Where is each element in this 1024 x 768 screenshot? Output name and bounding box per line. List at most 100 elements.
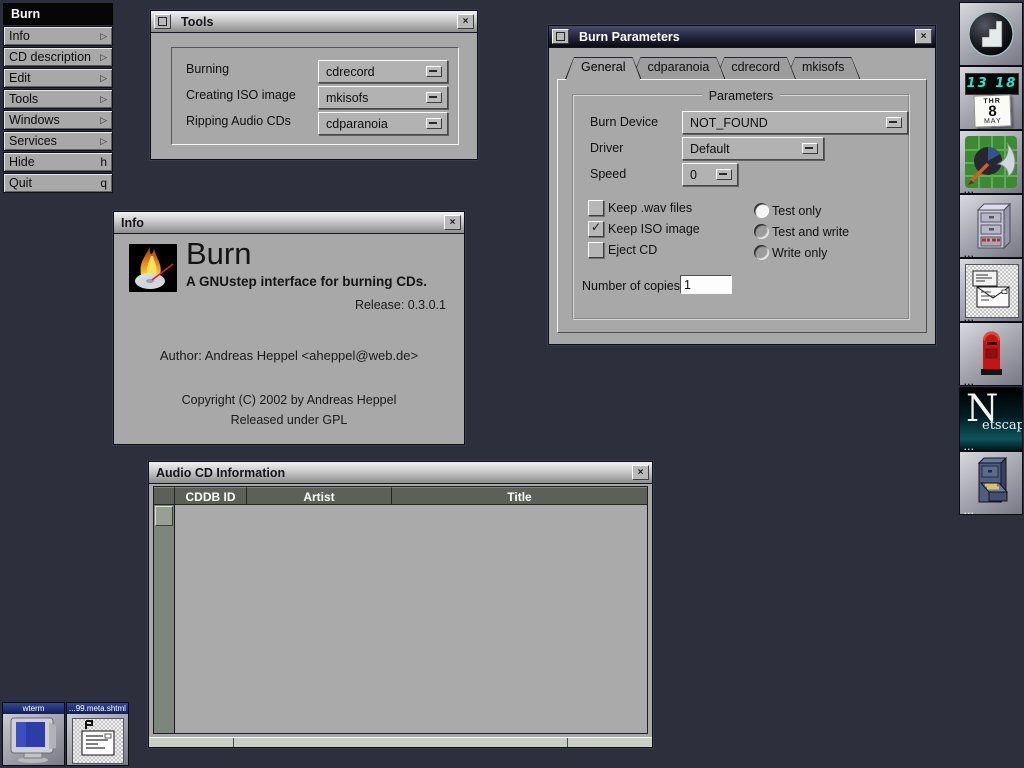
image-editor-icon xyxy=(963,134,1019,190)
close-button[interactable]: × xyxy=(632,465,649,480)
field-label: Speed xyxy=(590,167,626,181)
tab-strip: General cdparanoia cdrecord mkisofs xyxy=(565,57,860,79)
running-indicator: ... xyxy=(964,509,975,513)
window-title: Info xyxy=(114,216,441,230)
close-icon: × xyxy=(638,468,644,478)
tab-general[interactable]: General xyxy=(565,57,641,79)
dock-tile-file-cabinet-open[interactable]: ... xyxy=(959,451,1023,515)
dock-tile-mail-compose[interactable]: ... xyxy=(959,258,1023,322)
miniwindow-wterm[interactable]: wterm xyxy=(2,702,65,766)
app-name: Burn xyxy=(186,236,251,272)
keep-iso-checkbox[interactable]: Keep ISO image xyxy=(588,220,700,237)
burn-app-icon xyxy=(129,244,177,292)
license-label: Released under GPL xyxy=(114,413,464,427)
miniaturize-icon xyxy=(158,17,167,26)
dock-tile-clock[interactable]: 13 18 THR 8 MAY xyxy=(959,66,1023,130)
close-button[interactable]: × xyxy=(457,14,474,29)
scrollbar-knob[interactable] xyxy=(155,506,173,526)
miniaturize-button[interactable] xyxy=(154,14,171,29)
window-resizebar[interactable] xyxy=(149,737,652,747)
terminal-icon xyxy=(4,716,62,764)
tab-mkisofs[interactable]: mkisofs xyxy=(786,57,860,79)
resize-handle-right[interactable] xyxy=(568,738,652,747)
gnustep-logo-icon xyxy=(963,6,1019,62)
field-label: Driver xyxy=(590,141,623,155)
running-indicator: ... xyxy=(964,445,975,449)
write-only-radio[interactable]: Write only xyxy=(754,244,827,261)
submenu-arrow-icon: ▷ xyxy=(100,136,107,147)
author-label: Author: Andreas Heppel <aheppel@web.de> xyxy=(114,348,464,363)
menu-item-edit[interactable]: Edit ▷ xyxy=(3,68,113,88)
digital-clock-display: 13 18 xyxy=(965,73,1019,95)
burning-dropdown[interactable]: cdrecord xyxy=(318,60,448,83)
app-subtitle: A GNUstep interface for burning CDs. xyxy=(186,274,427,289)
resize-handle-left[interactable] xyxy=(149,738,234,747)
menu-item-services[interactable]: Services ▷ xyxy=(3,131,113,151)
audio-cd-titlebar[interactable]: Audio CD Information × xyxy=(149,462,652,484)
column-header-title[interactable]: Title xyxy=(392,487,647,505)
ripping-dropdown[interactable]: cdparanoia xyxy=(318,112,448,135)
popup-indicator-icon xyxy=(426,92,442,103)
close-icon: × xyxy=(921,32,927,42)
document-icon xyxy=(72,718,124,764)
field-label: Burn Device xyxy=(590,115,658,129)
table-header-row: CDDB ID Artist Title xyxy=(154,487,647,505)
popup-indicator-icon xyxy=(716,169,732,180)
window-title: Tools xyxy=(174,15,454,29)
dock-tile-image-editor[interactable]: ... xyxy=(959,130,1023,194)
release-label: Release: 0.3.0.1 xyxy=(355,298,446,312)
menu-item-hide[interactable]: Hide h xyxy=(3,152,113,172)
menu-item-cd-description[interactable]: CD description ▷ xyxy=(3,47,113,67)
menu-item-tools[interactable]: Tools ▷ xyxy=(3,89,113,109)
eject-cd-checkbox[interactable]: Eject CD xyxy=(588,241,657,258)
cd-table: CDDB ID Artist Title xyxy=(153,486,648,734)
test-and-write-radio[interactable]: Test and write xyxy=(754,223,849,240)
dock-tile-file-cabinet[interactable]: ... xyxy=(959,194,1023,258)
shortcut-key: q xyxy=(100,176,107,190)
dock-tile-netscape[interactable]: N etscape ... xyxy=(959,387,1023,451)
menu-item-quit[interactable]: Quit q xyxy=(3,173,113,193)
info-window: Info × Burn A G xyxy=(113,211,465,445)
file-cabinet-icon xyxy=(963,198,1019,254)
file-cabinet-open-icon xyxy=(963,455,1019,511)
keep-wav-checkbox[interactable]: Keep .wav files xyxy=(588,199,692,216)
miniaturize-icon xyxy=(556,32,565,41)
submenu-arrow-icon: ▷ xyxy=(100,31,107,42)
speed-dropdown[interactable]: 0 xyxy=(682,163,738,186)
close-icon: × xyxy=(463,17,469,27)
menu-item-windows[interactable]: Windows ▷ xyxy=(3,110,113,130)
close-button[interactable]: × xyxy=(444,215,461,230)
copyright-label: Copyright (C) 2002 by Andreas Heppel xyxy=(114,393,464,407)
miniwindow-document[interactable]: ...99.meta.shtml xyxy=(66,702,129,766)
submenu-arrow-icon: ▷ xyxy=(100,73,107,84)
tab-cdparanoia[interactable]: cdparanoia xyxy=(631,57,725,79)
vertical-scrollbar[interactable] xyxy=(154,505,175,733)
resize-handle-middle[interactable] xyxy=(234,738,568,747)
column-header-cddb-id[interactable]: CDDB ID xyxy=(175,487,247,505)
test-only-radio[interactable]: Test only xyxy=(754,202,821,219)
dock-tile-postbox[interactable]: ... xyxy=(959,322,1023,386)
info-titlebar[interactable]: Info × xyxy=(114,212,464,234)
miniwindow-title: ...99.meta.shtml xyxy=(67,703,128,714)
netscape-label: etscape xyxy=(982,418,1023,433)
tool-label: Burning xyxy=(186,62,229,76)
mail-compose-icon xyxy=(965,264,1019,318)
dock-tile-gnustep[interactable] xyxy=(959,2,1023,66)
miniaturize-button[interactable] xyxy=(552,29,569,44)
menu-item-info[interactable]: Info ▷ xyxy=(3,26,113,46)
tab-cdrecord[interactable]: cdrecord xyxy=(715,57,796,79)
checkbox-icon xyxy=(588,200,604,216)
driver-dropdown[interactable]: Default xyxy=(682,137,824,160)
calendar-month: MAY xyxy=(975,117,1010,125)
column-header-artist[interactable]: Artist xyxy=(247,487,392,505)
copies-input[interactable] xyxy=(680,275,732,294)
burn-parameters-titlebar[interactable]: Burn Parameters × xyxy=(549,26,935,48)
close-button[interactable]: × xyxy=(915,29,932,44)
burn-device-dropdown[interactable]: NOT_FOUND xyxy=(682,111,908,134)
tools-titlebar[interactable]: Tools × xyxy=(151,11,477,33)
checkbox-icon xyxy=(588,242,604,258)
calendar-date: 8 xyxy=(975,104,1010,118)
iso-image-dropdown[interactable]: mkisofs xyxy=(318,86,448,109)
menu-titlebar[interactable]: Burn xyxy=(3,3,113,25)
popup-indicator-icon xyxy=(426,118,442,129)
